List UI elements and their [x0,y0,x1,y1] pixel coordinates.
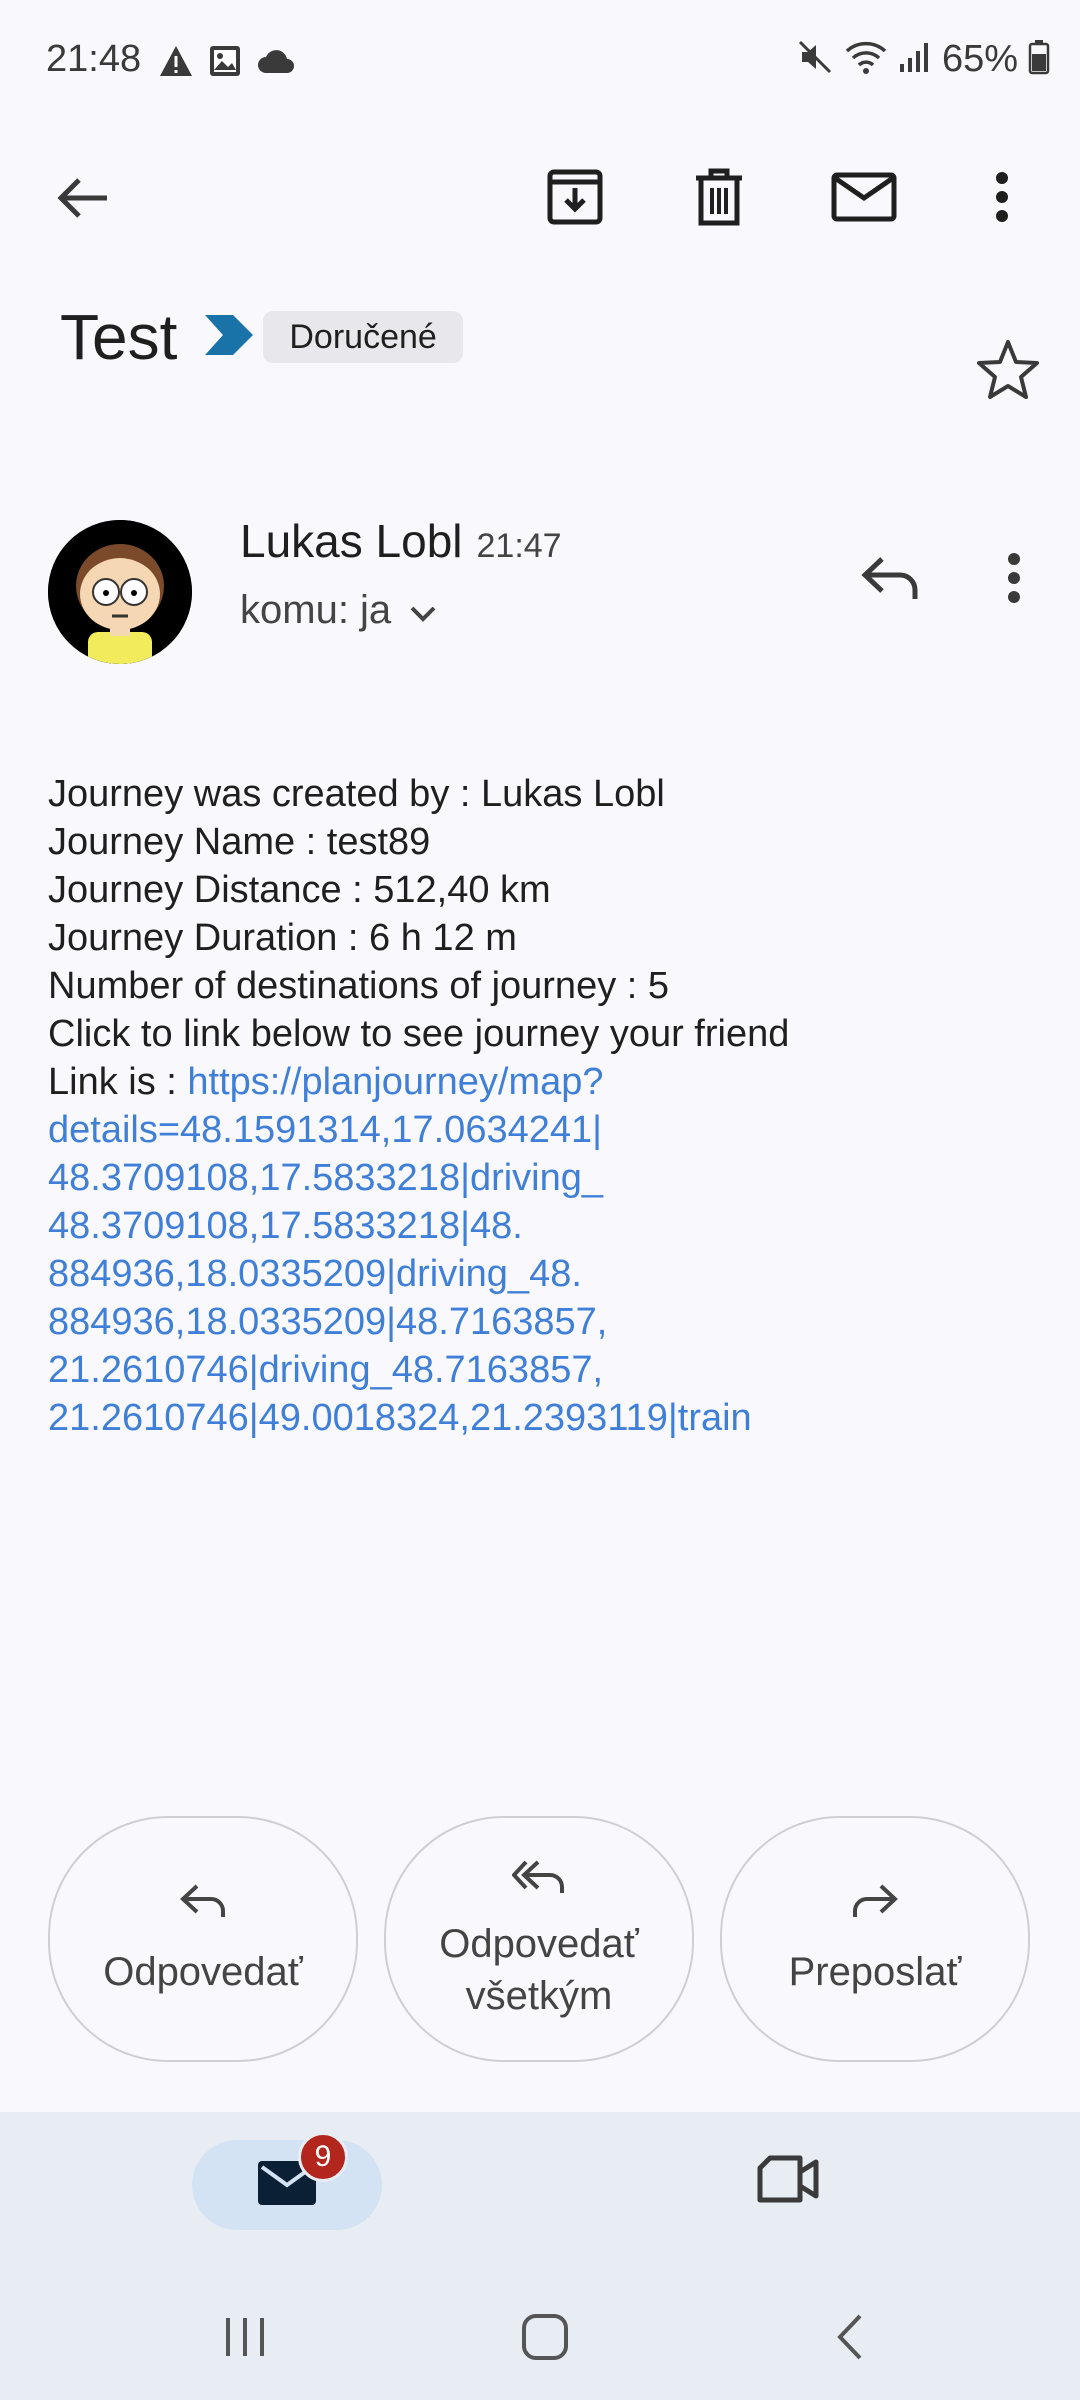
star-icon [976,340,1040,404]
body-line: Click to link below to see journey your … [48,1013,790,1055]
video-camera-icon [756,2155,820,2208]
body-line: Number of destinations of journey : 5 [48,965,670,1007]
email-subject: Test [60,301,178,373]
journey-link[interactable]: 48.3709108,17.5833218|driving_ [48,1154,1048,1202]
bottom-navigation: 9 [0,2112,1080,2286]
star-button[interactable] [976,338,1040,405]
system-navigation-bar [0,2286,1080,2400]
status-right: 65% [796,38,1050,81]
body-line: Journey Name : test89 [48,821,431,863]
mute-icon [796,38,834,81]
reply-icon [179,1880,227,1932]
reply-icon-button[interactable] [850,548,930,612]
status-bar: 21:48 65% [0,0,1080,120]
journey-link[interactable]: 884936,18.0335209|48.7163857, [48,1298,1048,1346]
archive-button[interactable] [540,154,610,244]
recent-apps-button[interactable] [210,2304,280,2374]
journey-link[interactable]: https://planjourney/map? [187,1061,603,1103]
importance-marker-icon[interactable] [203,313,255,362]
archive-icon [546,168,604,231]
nav-meet-tab[interactable] [756,2154,820,2209]
email-time: 21:47 [476,527,562,565]
recipient-text: komu: ja [240,588,392,632]
reply-all-label-line1: Odpovedať [439,1922,639,1966]
body-line: Journey Distance : 512,40 km [48,869,551,911]
status-time: 21:48 [46,38,142,80]
more-vert-icon [995,171,1009,227]
reply-icon [860,555,920,606]
reply-label: Odpovedať [103,1950,303,1994]
home-button[interactable] [510,2304,580,2374]
message-more-button[interactable] [994,548,1034,612]
avatar[interactable] [48,520,192,664]
subject-row: Test Doručené [60,300,463,374]
sender-line: Lukas Lobl 21:47 [240,514,562,568]
chevron-down-icon [409,588,437,633]
top-app-bar [0,140,1080,270]
mark-unread-button[interactable] [826,154,902,244]
journey-link[interactable]: details=48.1591314,17.0634241| [48,1106,1048,1154]
chevron-left-icon [832,2312,866,2367]
journey-link[interactable]: 21.2610746|driving_48.7163857, [48,1346,1048,1394]
back-arrow-icon [57,176,109,225]
reply-all-button[interactable]: Odpovedať všetkým [384,1816,694,2062]
warning-icon [158,44,194,83]
image-icon [208,44,242,83]
delete-icon [694,168,744,231]
body-line: Journey was created by : Lukas Lobl [48,773,665,815]
wifi-icon [844,39,888,80]
system-back-button[interactable] [814,2304,884,2374]
battery-percent: 65% [941,38,1018,80]
inbox-label-chip[interactable]: Doručené [263,311,463,363]
forward-button[interactable]: Preposlať [720,1816,1030,2062]
link-prefix: Link is : [48,1061,188,1103]
battery-icon [1028,39,1050,80]
email-body: Journey was created by : Lukas Lobl Jour… [48,770,1048,1442]
status-left-icons [158,44,296,83]
sender-name[interactable]: Lukas Lobl [240,515,463,567]
back-button[interactable] [48,160,118,240]
email-screen: 21:48 65% Test Doručené Lukas Lobl 21:47… [0,0,1080,2400]
delete-button[interactable] [684,154,754,244]
unread-count-badge: 9 [298,2132,348,2182]
reply-all-icon [511,1856,566,1908]
more-options-button[interactable] [974,154,1030,244]
nav-mail-tab[interactable] [192,2140,382,2230]
body-line: Journey Duration : 6 h 12 m [48,917,517,959]
reply-button[interactable]: Odpovedať [48,1816,358,2062]
journey-link[interactable]: 48.3709108,17.5833218|48. [48,1202,1048,1250]
forward-icon [851,1880,899,1932]
more-vert-icon [1007,552,1021,608]
home-icon [520,2312,570,2367]
journey-link[interactable]: 21.2610746|49.0018324,21.2393119|train [48,1394,1048,1442]
link-line: Link is : https://planjourney/map? [48,1058,1048,1106]
journey-link[interactable]: 884936,18.0335209|driving_48. [48,1250,1048,1298]
recent-apps-icon [222,2314,268,2365]
signal-icon [898,40,932,79]
cloud-icon [256,47,296,80]
reply-all-label-line2: všetkým [465,1974,613,2018]
recipient-details-toggle[interactable]: komu: ja [240,588,437,633]
forward-label: Preposlať [788,1950,962,1994]
mark-unread-icon [831,172,897,227]
